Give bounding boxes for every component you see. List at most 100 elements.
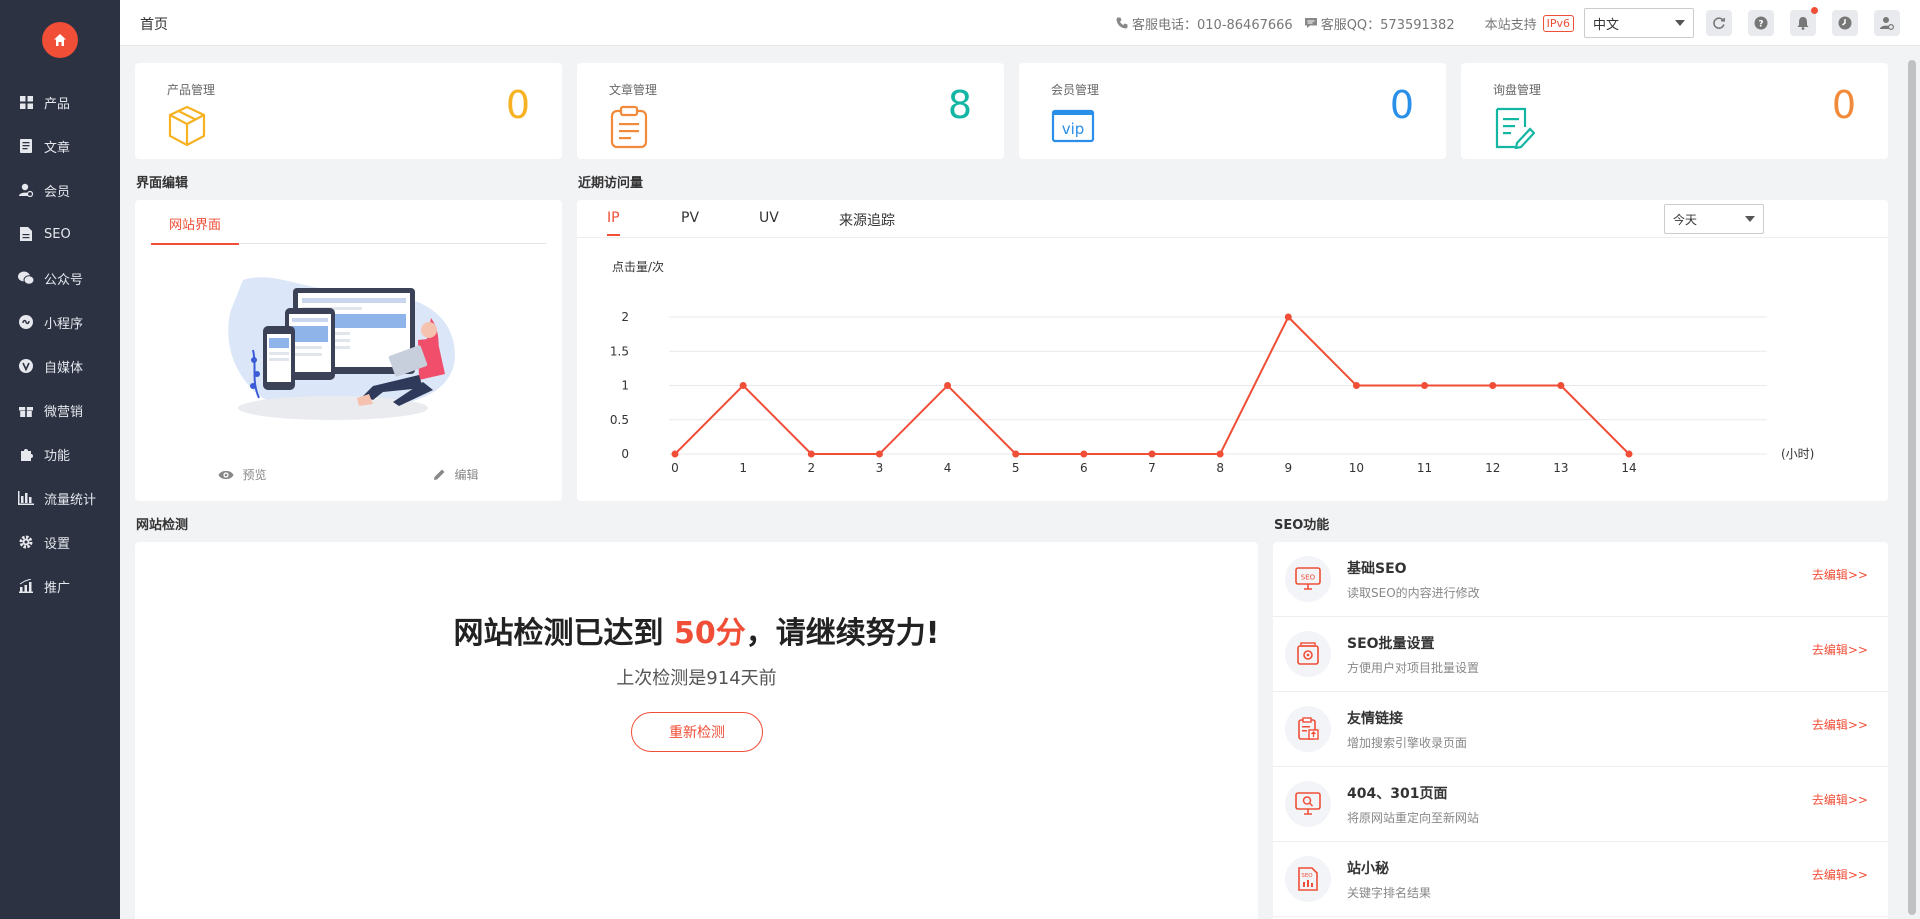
stat-card-articles[interactable]: 文章管理 8 (577, 63, 1004, 159)
top-bar-tools: 客服电话：010-86467666 客服QQ：573591382 本站支持 IP… (1116, 0, 1920, 46)
y-tick-label: 2 (621, 310, 629, 324)
seo-item-basic[interactable]: SEO 基础SEO 读取SEO的内容进行修改 去编辑>> (1273, 542, 1888, 617)
edit-link[interactable]: 去编辑>> (1812, 791, 1868, 808)
miniprogram-icon (18, 314, 34, 330)
ipv6-support: 本站支持 IPv6 (1485, 14, 1574, 33)
edit-link[interactable]: 去编辑>> (1812, 641, 1868, 658)
stat-card-products[interactable]: 产品管理 0 (135, 63, 562, 159)
history-button[interactable] (1832, 10, 1858, 36)
edit-link[interactable]: 去编辑>> (1812, 566, 1868, 583)
interface-actions: 预览 编辑 (135, 466, 562, 483)
tab-pv[interactable]: PV (681, 210, 699, 234)
stat-card-members[interactable]: 会员管理 vip 0 (1019, 63, 1446, 159)
tab-website-interface[interactable]: 网站界面 (151, 214, 240, 245)
x-tick-label: 9 (1284, 461, 1292, 475)
sidebar-item-label: 微营销 (44, 404, 84, 420)
refresh-button[interactable] (1706, 10, 1732, 36)
x-tick-label: 4 (944, 461, 952, 475)
recheck-button[interactable]: 重新检测 (631, 712, 763, 752)
sidebar-item-media[interactable]: 自媒体 (0, 344, 120, 388)
seo-monitor-icon: SEO (1285, 556, 1331, 602)
x-tick-label: 8 (1216, 461, 1224, 475)
visits-line-chart: 点击量/次00.511.520 1 2 3 4 5 6 7 8 9 10 11 12 13 14(小时) (610, 260, 1814, 475)
y-axis-label: 点击量/次 (612, 260, 664, 274)
visits-panel: IP PV UV 来源追踪 今天 点击量/次 0 0.5 1 1.5 2 0 1 2 3 4 5 6 7 8… (577, 200, 1888, 501)
user-icon (18, 182, 34, 198)
sidebar-item-promotion[interactable]: 推广 (0, 564, 120, 608)
notification-button[interactable] (1790, 7, 1818, 36)
data-point (1012, 450, 1020, 458)
stat-value: 0 (1389, 83, 1414, 127)
tab-ip[interactable]: IP (607, 210, 620, 236)
account-button[interactable] (1874, 10, 1900, 36)
x-axis-label: (小时) (1781, 447, 1814, 461)
sidebar-item-features[interactable]: 功能 (0, 432, 120, 476)
data-point (1216, 450, 1224, 458)
sidebar-item-seo[interactable]: SEO (0, 212, 120, 256)
edit-document-icon (1493, 105, 1536, 153)
sidebar-item-wechat[interactable]: 公众号 (0, 256, 120, 300)
sidebar-nav: 产品 文章 会员 SEO 公众号 小程序 自媒体 微营销 功能 流量统计 设置 … (0, 80, 120, 608)
sidebar-item-articles[interactable]: 文章 (0, 124, 120, 168)
chat-icon (1304, 18, 1317, 28)
seo-title: SEO功能 (1274, 518, 1330, 533)
data-point (1148, 450, 1156, 458)
sidebar-item-marketing[interactable]: 微营销 (0, 388, 120, 432)
sidebar: 产品 文章 会员 SEO 公众号 小程序 自媒体 微营销 功能 流量统计 设置 … (0, 0, 120, 919)
bar-chart-icon (18, 490, 34, 506)
chevron-down-icon (1745, 216, 1755, 222)
data-point (739, 382, 747, 389)
language-select[interactable]: 中文 (1584, 8, 1694, 38)
page-scrollbar[interactable] (1908, 60, 1916, 915)
site-check-score: 50分 (674, 616, 746, 651)
tab-uv[interactable]: UV (759, 210, 779, 234)
svg-text:?: ? (1758, 20, 1763, 30)
sidebar-item-miniprogram[interactable]: 小程序 (0, 300, 120, 344)
batch-settings-icon (1285, 631, 1331, 677)
file-icon (18, 226, 34, 242)
period-select[interactable]: 今天 (1664, 204, 1764, 234)
data-point (1352, 382, 1360, 389)
seo-item-friend-links[interactable]: 友情链接 增加搜索引擎收录页面 去编辑>> (1273, 692, 1888, 767)
x-tick-label: 5 (1012, 461, 1020, 475)
sidebar-item-label: 流量统计 (44, 492, 97, 508)
sidebar-item-members[interactable]: 会员 (0, 168, 120, 212)
ipv6-badge: IPv6 (1542, 14, 1574, 32)
data-point (1421, 382, 1429, 389)
preview-button[interactable]: 预览 (218, 466, 267, 483)
y-tick-label: 0.5 (610, 413, 629, 427)
sidebar-item-label: 文章 (44, 140, 71, 156)
sidebar-item-traffic[interactable]: 流量统计 (0, 476, 120, 520)
seo-item-assistant[interactable]: SEO 站小秘 关键字排名结果 去编辑>> (1273, 842, 1888, 917)
edit-button[interactable]: 编辑 (433, 466, 479, 483)
tab-source-tracking[interactable]: 来源追踪 (839, 210, 895, 238)
seo-item-404-301[interactable]: 404、301页面 将原网站重定向至新网站 去编辑>> (1273, 767, 1888, 842)
sidebar-item-settings[interactable]: 设置 (0, 520, 120, 564)
site-check-headline: 网站检测已达到 50分，请继续努力! (453, 616, 940, 651)
service-phone: 客服电话：010-86467666 (1116, 14, 1293, 33)
help-icon: ? (1754, 16, 1768, 30)
svg-text:vip: vip (1062, 120, 1085, 138)
notification-dot (1811, 7, 1818, 14)
edit-link[interactable]: 去编辑>> (1812, 716, 1868, 733)
site-check-title: 网站检测 (136, 518, 189, 533)
link-document-icon (1285, 706, 1331, 752)
help-button[interactable]: ? (1748, 10, 1774, 36)
gift-icon (18, 402, 34, 418)
y-tick-label: 1.5 (610, 344, 629, 358)
interface-edit-panel: 网站界面 预览 编辑 (135, 200, 562, 501)
sidebar-item-products[interactable]: 产品 (0, 80, 120, 124)
document-icon (18, 138, 34, 154)
x-tick-label: 14 (1621, 461, 1636, 475)
seo-item-batch[interactable]: SEO批量设置 方便用户对项目批量设置 去编辑>> (1273, 617, 1888, 692)
visits-title: 近期访问量 (578, 176, 644, 191)
website-illustration (223, 270, 471, 430)
stat-card-inquiries[interactable]: 询盘管理 0 (1461, 63, 1888, 159)
data-point (1625, 450, 1633, 458)
edit-link[interactable]: 去编辑>> (1812, 866, 1868, 883)
data-point (1557, 382, 1565, 389)
site-check-panel: 网站检测已达到 50分，请继续努力! 上次检测是914天前 重新检测 (135, 542, 1258, 919)
home-button[interactable] (42, 22, 78, 58)
data-point (1080, 450, 1088, 458)
x-tick-label: 11 (1417, 461, 1432, 475)
